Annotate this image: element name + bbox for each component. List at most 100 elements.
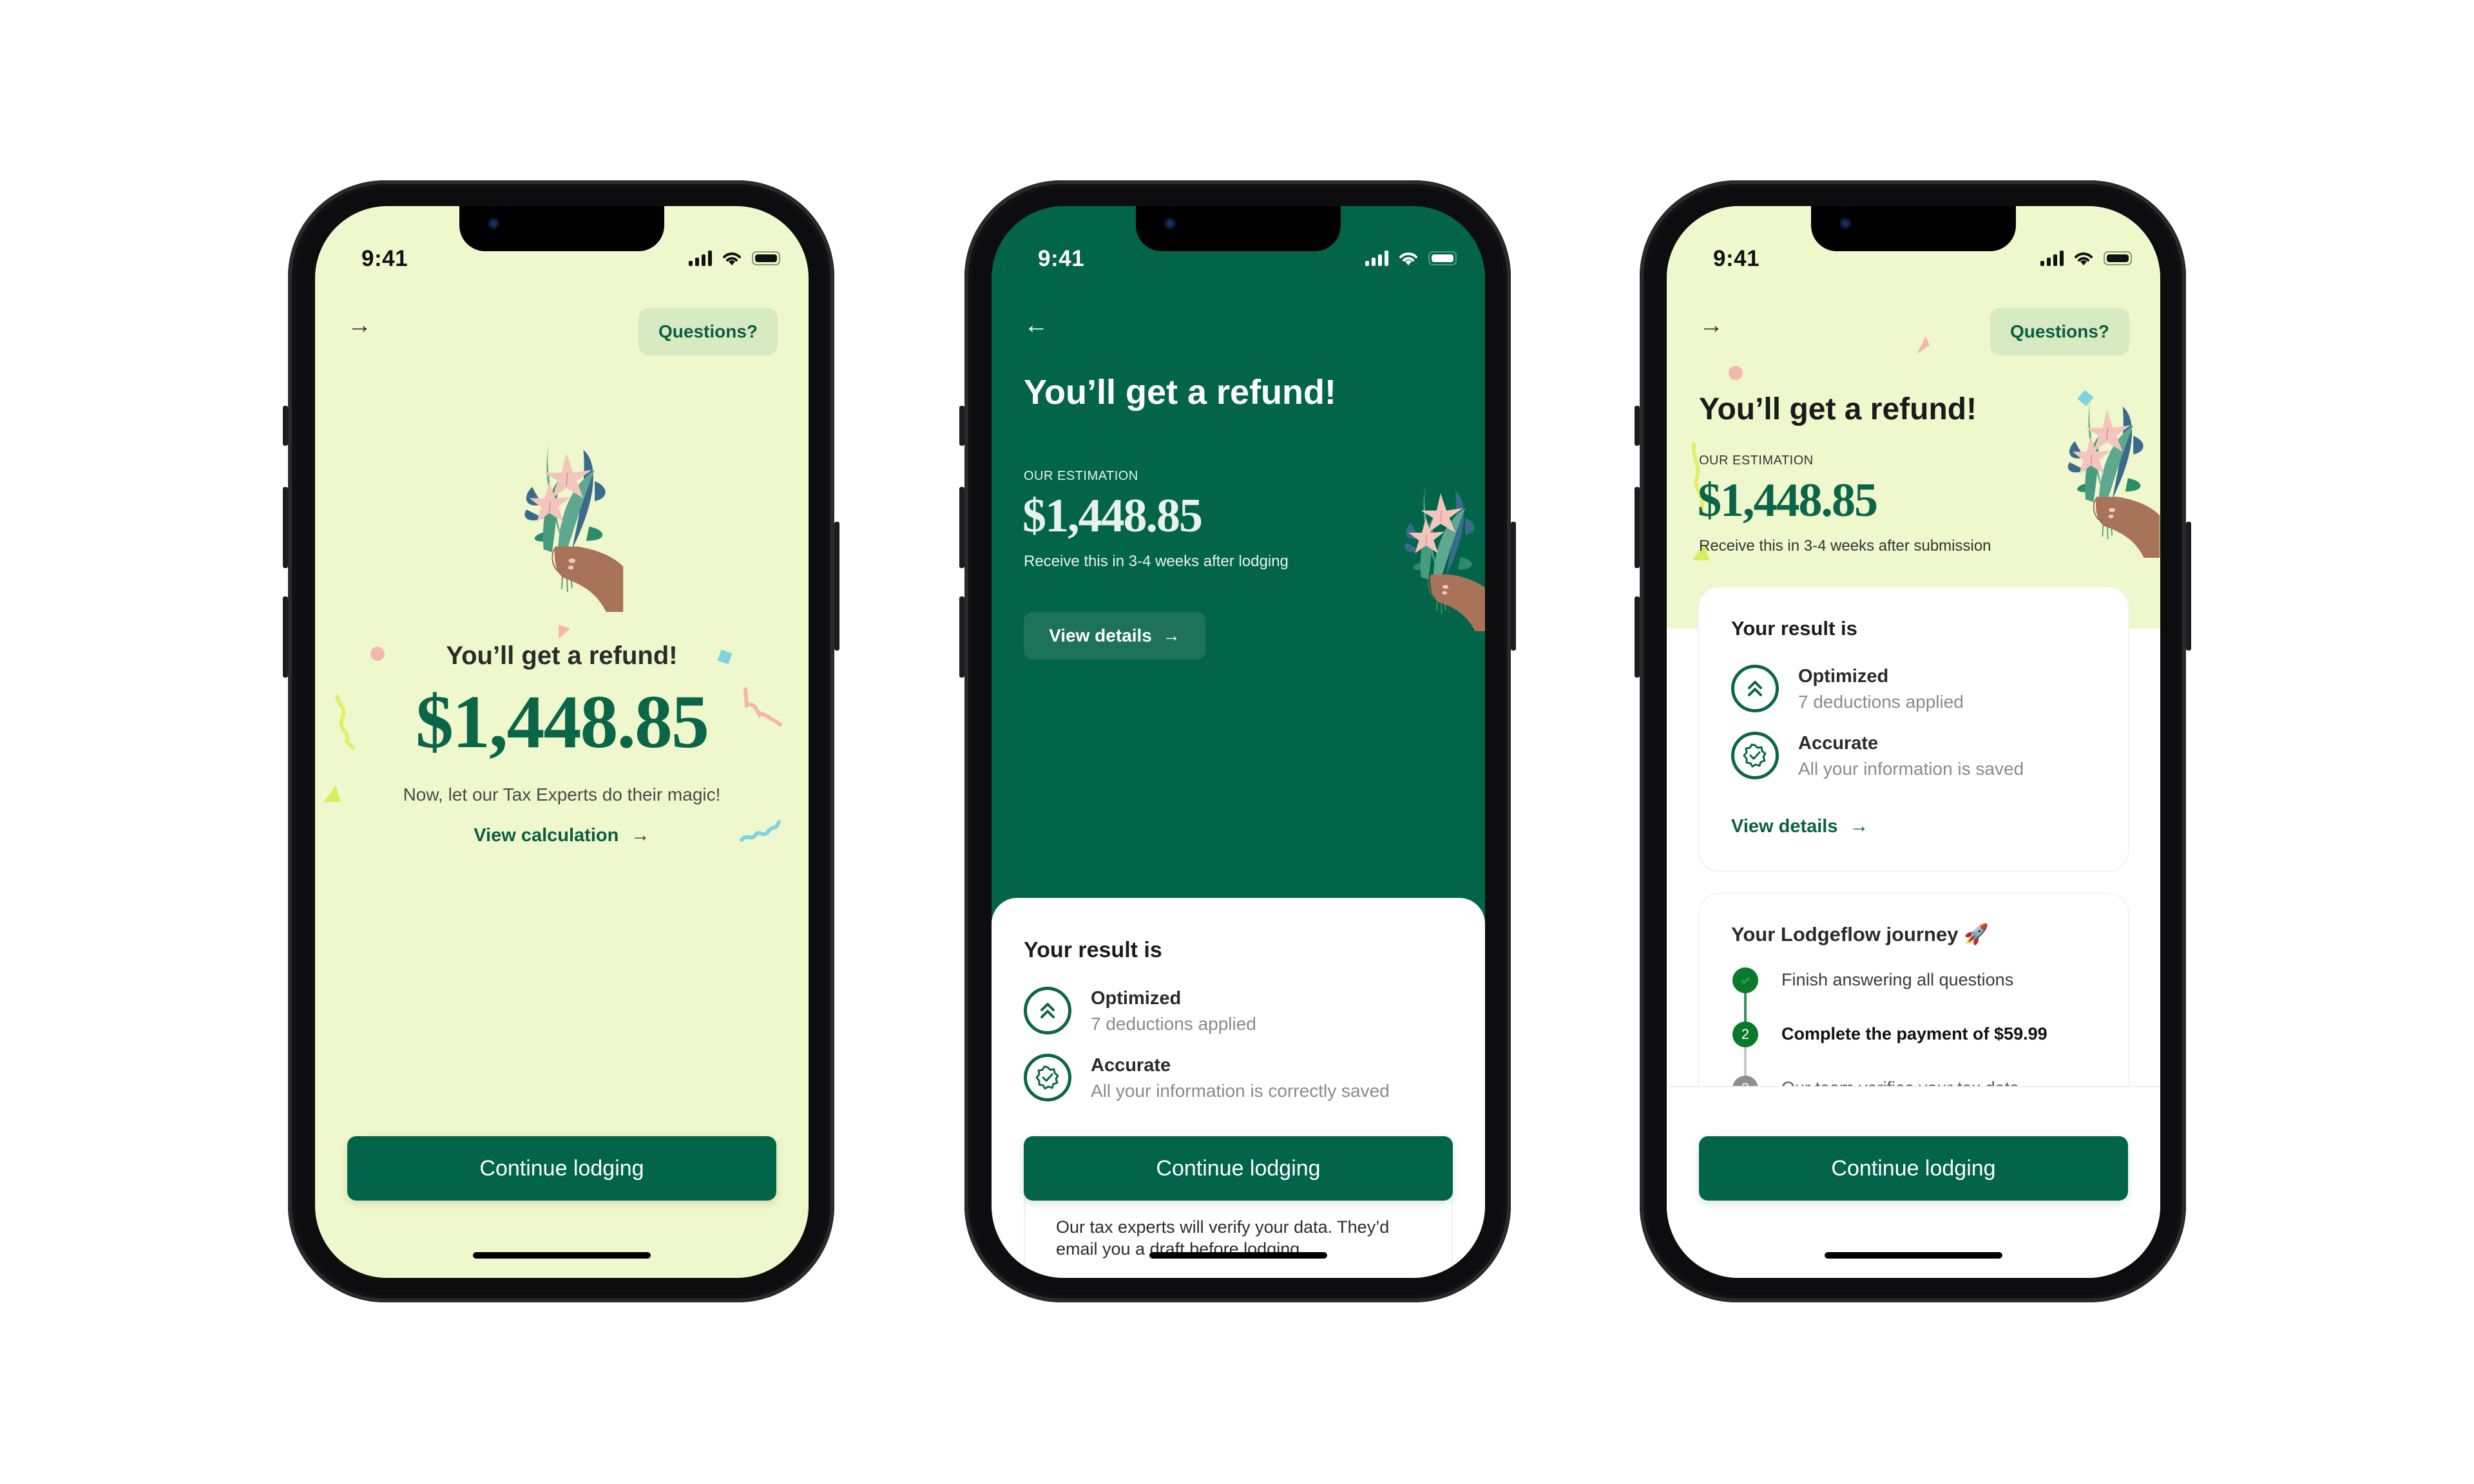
refund-amount: $1,448.85 [1698, 474, 1878, 527]
status-time: 9:41 [1038, 246, 1085, 271]
signal-icon [1365, 251, 1388, 266]
phone-mockup-1: 9:41 → Questions? You’ll get a refund! $… [283, 180, 839, 1302]
battery-icon [752, 251, 780, 265]
front-camera [488, 218, 499, 229]
result-sheet: Your result is Optimized 7 deductions ap… [992, 898, 1485, 1278]
result-label: Accurate [1091, 1055, 1171, 1076]
result-item-optimized: Optimized 7 deductions applied [1024, 987, 1453, 1045]
volume-down-button [1635, 596, 1640, 678]
bouquet-illustration [2067, 398, 2160, 558]
power-button [1511, 522, 1516, 651]
result-item-accurate: Accurate All your information is correct… [1024, 1054, 1453, 1112]
view-details-label: View details [1049, 625, 1152, 645]
estimation-label: OUR ESTIMATION [1699, 453, 1814, 468]
confetti-triangle [559, 625, 570, 639]
view-details-label: View details [1731, 815, 1838, 837]
phone-mockup-3: 9:41 → Questions? You’ll get a refund! O… [1635, 180, 2191, 1302]
arrow-right-icon: → [1162, 625, 1180, 645]
bouquet-illustration [1404, 482, 1485, 631]
double-chevron-up-icon [1024, 987, 1071, 1034]
arrow-left-icon[interactable]: ← [1024, 312, 1048, 339]
bouquet-illustration [524, 441, 624, 612]
status-time: 9:41 [361, 246, 408, 271]
screen-journey: 9:41 → Questions? You’ll get a refund! O… [1667, 206, 2160, 1278]
result-title: Your result is [1024, 938, 1162, 962]
battery-icon [1428, 251, 1457, 265]
continue-lodging-button[interactable]: Continue lodging [347, 1136, 776, 1201]
wifi-icon [1399, 252, 1417, 265]
view-details-button[interactable]: View details → [1024, 612, 1205, 660]
view-details-link[interactable]: View details → [1731, 815, 1869, 837]
notch [1811, 206, 2016, 251]
confetti-triangle [1917, 336, 1930, 354]
questions-button[interactable]: Questions? [1990, 308, 2129, 356]
subtitle: Now, let our Tax Experts do their magic! [403, 785, 721, 804]
screen-dark-header: 9:41 ← You’ll get a refund! OUR ESTIMATI… [992, 206, 1485, 1278]
confetti-dot [1729, 366, 1743, 380]
screen-celebration: 9:41 → Questions? You’ll get a refund! $… [315, 206, 809, 1278]
result-title: Your result is [1731, 617, 1857, 640]
status-bar: 9:41 [992, 246, 1485, 272]
arrow-right-icon: → [630, 824, 650, 846]
notch [1136, 206, 1341, 251]
mute-switch [283, 406, 288, 446]
journey-title: Your Lodgeflow journey 🚀 [1731, 923, 1989, 946]
journey-step-2: 2 Complete the payment of $59.99 [1732, 1022, 2119, 1050]
result-detail: 7 deductions applied [1798, 692, 1964, 712]
continue-lodging-button[interactable]: Continue lodging [1024, 1136, 1453, 1201]
headline: You’ll get a refund! [1699, 392, 1977, 426]
volume-down-button [959, 596, 964, 678]
front-camera [1839, 218, 1851, 229]
mute-switch [959, 406, 964, 446]
status-bar: 9:41 [315, 246, 809, 272]
refund-amount: $1,448.85 [1022, 490, 1203, 542]
view-calculation-link[interactable]: View calculation → [315, 824, 809, 846]
wifi-icon [723, 252, 741, 265]
step-label: Complete the payment of $59.99 [1781, 1024, 2047, 1043]
battery-icon [2104, 251, 2132, 265]
result-item-accurate: Accurate All your information is saved [1731, 732, 2102, 790]
refund-amount: $1,448.85 [416, 680, 709, 764]
home-indicator [1825, 1252, 2002, 1259]
result-label: Optimized [1091, 988, 1182, 1009]
headline: You’ll get a refund! [446, 642, 678, 670]
signal-icon [689, 251, 712, 266]
power-button [834, 522, 839, 651]
view-calculation-label: View calculation [474, 825, 619, 846]
volume-up-button [1635, 487, 1640, 568]
volume-down-button [283, 596, 288, 678]
status-bar: 9:41 [1667, 246, 2160, 272]
receive-text: Receive this in 3-4 weeks after submissi… [1699, 537, 1991, 555]
continue-lodging-button[interactable]: Continue lodging [1699, 1136, 2128, 1201]
result-label: Optimized [1798, 666, 1889, 687]
result-detail: 7 deductions applied [1091, 1014, 1256, 1034]
step-number-badge: 2 [1732, 1022, 1758, 1047]
check-icon [1741, 977, 1750, 984]
step-done-indicator [1732, 967, 1758, 993]
badge-check-icon [1024, 1054, 1071, 1101]
arrow-right-icon[interactable]: → [347, 312, 372, 339]
power-button [2186, 522, 2191, 651]
volume-up-button [283, 487, 288, 568]
estimation-label: OUR ESTIMATION [1024, 469, 1138, 483]
result-label: Accurate [1798, 733, 1879, 754]
step-label: Finish answering all questions [1781, 970, 2014, 989]
arrow-right-icon[interactable]: → [1699, 312, 1723, 339]
headline: You’ll get a refund! [1024, 373, 1336, 412]
phone-mockup-2: 9:41 ← You’ll get a refund! OUR ESTIMATI… [959, 180, 1516, 1302]
result-detail: All your information is saved [1798, 759, 2024, 779]
arrow-right-icon: → [1849, 815, 1869, 837]
result-card: Your result is Optimized 7 deductions ap… [1699, 587, 2128, 871]
result-item-optimized: Optimized 7 deductions applied [1731, 665, 2102, 723]
home-indicator [473, 1252, 651, 1259]
volume-up-button [959, 487, 964, 568]
result-detail: All your information is correctly saved [1091, 1081, 1390, 1101]
front-camera [1164, 218, 1176, 229]
wifi-icon [2075, 252, 2093, 265]
questions-button[interactable]: Questions? [638, 308, 778, 356]
signal-icon [2040, 251, 2064, 266]
journey-step-1: Finish answering all questions [1732, 967, 2119, 996]
receive-text: Receive this in 3-4 weeks after lodging [1024, 553, 1289, 570]
double-chevron-up-icon [1731, 665, 1779, 712]
mute-switch [1635, 406, 1640, 446]
